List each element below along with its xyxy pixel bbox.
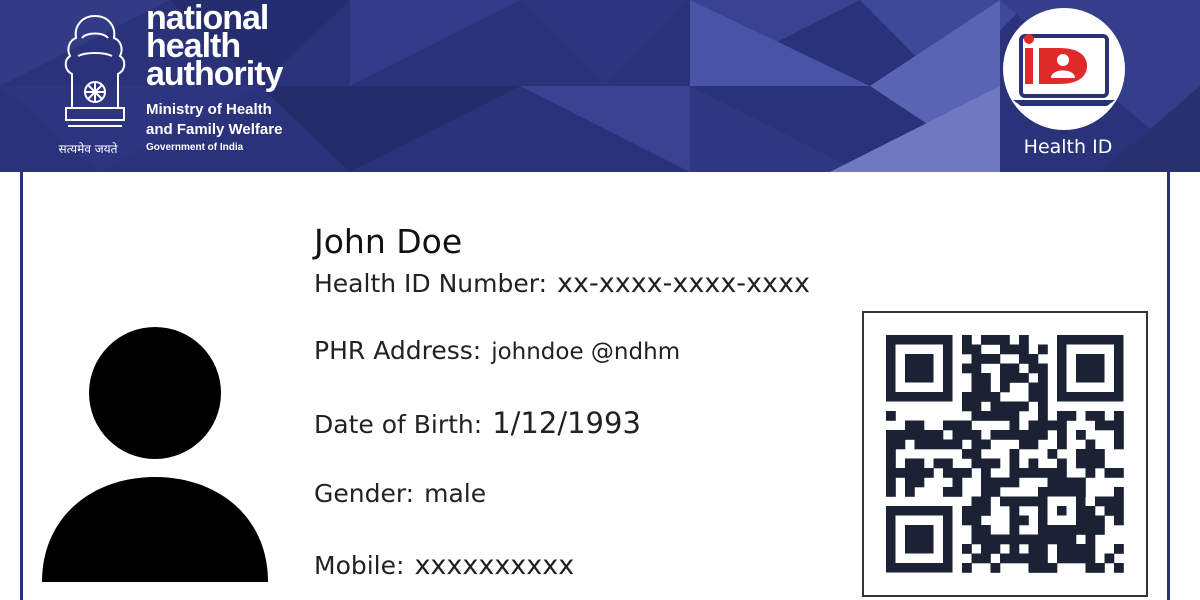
org-name-line: authority [146,55,283,93]
health-id-label: Health ID [1023,136,1113,158]
health-id-logo [1003,8,1125,130]
field-value: 1/12/1993 [492,406,641,440]
emblem-motto: सत्यमेव जयते [58,142,118,156]
ministry-line: and Family Welfare [146,121,283,138]
field-health-id: Health ID Number: xx-xxxx-xxxx-xxxx [314,268,810,299]
field-gender: Gender: male [314,479,486,508]
field-label: Date of Birth: [314,410,483,439]
field-label: PHR Address: [314,336,482,365]
field-label: Gender: [314,479,415,508]
field-value: male [424,479,487,508]
person-name: John Doe [314,222,463,261]
ministry-line: Ministry of Health [146,101,272,118]
qr-code-icon [886,335,1124,573]
health-id-logo-icon [1013,34,1115,106]
person-silhouette-icon [42,327,268,582]
national-emblem-icon [64,14,126,127]
field-value: xx-xxxx-xxxx-xxxx [557,268,810,299]
field-value: johndoe @ndhm [491,339,681,365]
field-label: Mobile: [314,551,405,580]
field-label: Health ID Number: [314,269,548,298]
field-mobile: Mobile: xxxxxxxxxx [314,550,574,581]
field-value: xxxxxxxxxx [414,550,575,581]
qr-code [862,311,1148,597]
org-name: national health authority [146,1,283,93]
card-header: सत्यमेव जयते national health authority M… [0,0,1200,172]
field-phr-address: PHR Address: johndoe @ndhm [314,336,680,365]
field-date-of-birth: Date of Birth: 1/12/1993 [314,406,641,440]
ministry-name: Ministry of Health and Family Welfare [146,100,282,140]
government-label: Government of India [146,142,244,153]
